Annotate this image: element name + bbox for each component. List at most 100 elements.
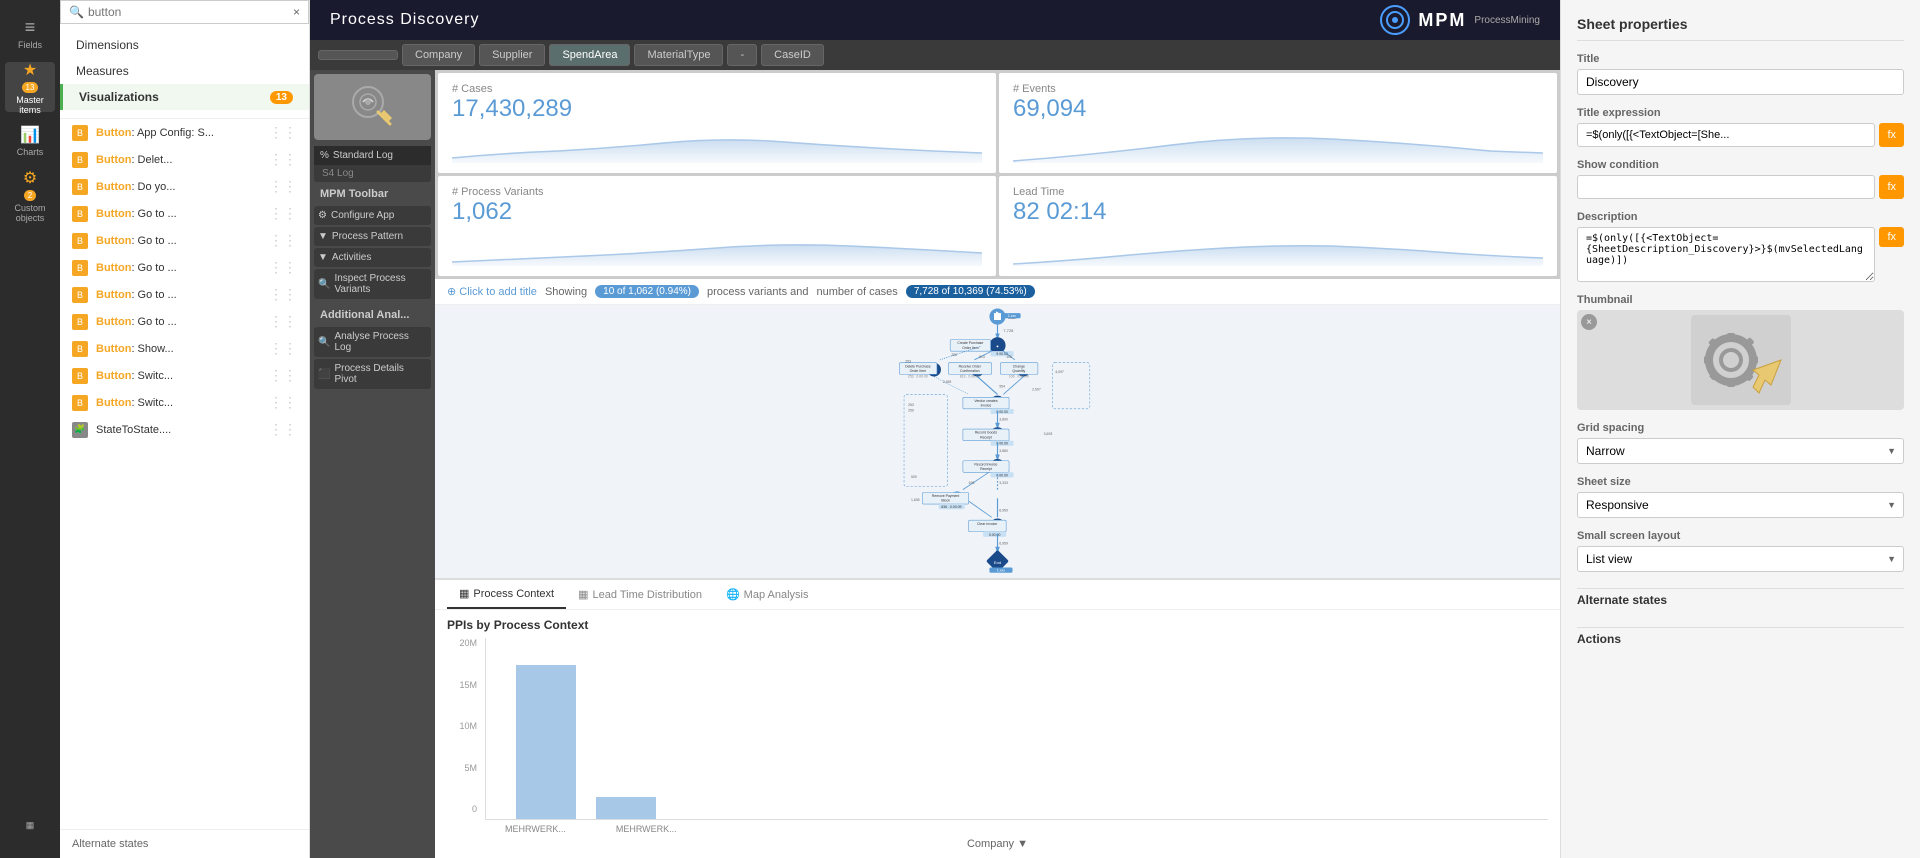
- change-qty-node[interactable]: Change Quantity 106 . 0.00.00: [1000, 363, 1038, 379]
- small-screen-select[interactable]: List view Grid view: [1577, 546, 1904, 572]
- search-icon: 🔍: [69, 5, 84, 19]
- process-pattern-btn[interactable]: ▼ Process Pattern: [314, 227, 431, 246]
- filter-chip-materialtype[interactable]: MaterialType: [634, 44, 723, 66]
- filter-chip-supplier[interactable]: Supplier: [479, 44, 545, 66]
- list-item-5[interactable]: B Button: Go to ... ⋮⋮: [60, 254, 309, 281]
- drag-handle-9[interactable]: ⋮⋮: [269, 367, 297, 384]
- svg-text:Block: Block: [941, 499, 950, 503]
- add-title-btn[interactable]: ⊕ Click to add title: [447, 285, 537, 298]
- drag-handle-0[interactable]: ⋮⋮: [269, 124, 297, 141]
- list-item-1[interactable]: B Button: Delet... ⋮⋮: [60, 146, 309, 173]
- record-goods-node[interactable]: Record Goods Receipt 0.00.00: [963, 427, 1014, 445]
- list-item-2[interactable]: B Button: Do yo... ⋮⋮: [60, 173, 309, 200]
- sidebar-item-fields[interactable]: ≡ Fields: [5, 8, 55, 58]
- drag-handle-10[interactable]: ⋮⋮: [269, 394, 297, 411]
- variants-highlight[interactable]: 10 of 1,062 (0.94%): [595, 285, 699, 298]
- vendor-invoice-node[interactable]: Vendor creates invoice 0.00.00: [963, 396, 1014, 414]
- list-item-0[interactable]: B Button: App Config: S... ⋮⋮: [60, 119, 309, 146]
- drag-handle-5[interactable]: ⋮⋮: [269, 259, 297, 276]
- grid-spacing-select[interactable]: Wide Medium Narrow Custom: [1577, 438, 1904, 464]
- small-screen-select-wrapper: List view Grid view: [1577, 546, 1904, 572]
- list-item-icon-5: B: [72, 260, 88, 276]
- filter-chip-caseid[interactable]: CaseID: [761, 44, 824, 66]
- drag-handle-11[interactable]: ⋮⋮: [269, 421, 297, 438]
- receive-order-node[interactable]: Receive Order Confirmation 813 . 0.00.00: [948, 363, 991, 379]
- list-item-8[interactable]: B Button: Show... ⋮⋮: [60, 335, 309, 362]
- drag-handle-1[interactable]: ⋮⋮: [269, 151, 297, 168]
- thumbnail-label: Thumbnail: [1577, 294, 1904, 306]
- list-item-icon-8: B: [72, 341, 88, 357]
- tab-lead-time[interactable]: ▦ Lead Time Distribution: [566, 580, 714, 609]
- list-item-icon-1: B: [72, 152, 88, 168]
- tab-process-context[interactable]: ▦ Process Context: [447, 580, 566, 609]
- nav-item-measures[interactable]: Measures: [60, 58, 309, 84]
- nav-section: Dimensions Measures Visualizations 13: [60, 24, 309, 119]
- delete-po-node[interactable]: Delete Purchase Order Item 253 . 0.00.00: [899, 363, 941, 379]
- title-input[interactable]: [1577, 69, 1904, 95]
- bottom-chart-panel: ▦ Process Context ▦ Lead Time Distributi…: [435, 578, 1560, 858]
- filter-chip-company[interactable]: Company: [402, 44, 475, 66]
- description-fx-btn[interactable]: fx: [1879, 227, 1904, 247]
- search-close-icon[interactable]: ×: [293, 5, 300, 19]
- analyse-process-btn[interactable]: 🔍 Analyse Process Log: [314, 327, 431, 357]
- list-item-7[interactable]: B Button: Go to ... ⋮⋮: [60, 308, 309, 335]
- standard-log-btn[interactable]: % Standard Log: [314, 146, 431, 165]
- tab-map-analysis[interactable]: 🌐 Map Analysis: [714, 580, 821, 609]
- show-condition-input[interactable]: [1577, 175, 1875, 199]
- activities-btn[interactable]: ▼ Activities: [314, 248, 431, 267]
- stat-card-cases: # Cases 17,430,289: [438, 73, 996, 173]
- end-node[interactable]: End 1.xxx: [986, 550, 1012, 573]
- svg-text:813: 813: [979, 355, 985, 359]
- cases-highlight[interactable]: 7,728 of 10,369 (74.53%): [906, 285, 1035, 298]
- svg-text:4,097: 4,097: [1055, 370, 1064, 374]
- title-expression-fx-btn[interactable]: fx: [1879, 123, 1904, 147]
- sidebar-item-sheet[interactable]: ▦: [5, 800, 55, 850]
- sheet-size-select[interactable]: Responsive Custom: [1577, 492, 1904, 518]
- list-item-10[interactable]: B Button: Switc... ⋮⋮: [60, 389, 309, 416]
- drag-handle-2[interactable]: ⋮⋮: [269, 178, 297, 195]
- list-item-11[interactable]: 🧩 StateToState.... ⋮⋮: [60, 416, 309, 443]
- search-input[interactable]: [88, 5, 293, 19]
- thumbnail-close-btn[interactable]: ×: [1581, 314, 1597, 330]
- percent-icon: %: [320, 150, 329, 161]
- activities-filter-icon: ▼: [318, 252, 328, 263]
- drag-handle-3[interactable]: ⋮⋮: [269, 205, 297, 222]
- drag-handle-8[interactable]: ⋮⋮: [269, 340, 297, 357]
- filter-chip-0[interactable]: [318, 50, 398, 60]
- logo-text: MPM: [1418, 10, 1466, 31]
- filter-chip-spendarea[interactable]: SpendArea: [549, 44, 630, 66]
- nav-item-visualizations[interactable]: Visualizations 13: [60, 84, 309, 110]
- title-expression-input[interactable]: [1577, 123, 1875, 147]
- description-textarea[interactable]: =$(only([{<TextObject={SheetDescription_…: [1577, 227, 1875, 282]
- filter-chip-dash[interactable]: -: [727, 44, 757, 66]
- list-item-3[interactable]: B Button: Go to ... ⋮⋮: [60, 200, 309, 227]
- right-panel-title: Sheet properties: [1577, 16, 1904, 41]
- sidebar-item-master-items[interactable]: ★ 13 Master items: [5, 62, 55, 112]
- nav-item-dimensions[interactable]: Dimensions: [60, 32, 309, 58]
- sidebar-item-custom-objects[interactable]: ⚙ 2 Custom objects: [5, 170, 55, 220]
- clear-invoice-node[interactable]: Clear Invoice 0.00.00: [969, 518, 1007, 536]
- analyse-icon: 🔍: [318, 337, 330, 348]
- process-details-btn[interactable]: ⬛ Process Details Pivot: [314, 359, 431, 389]
- sidebar-item-charts[interactable]: 📊 Charts: [5, 116, 55, 166]
- drag-handle-6[interactable]: ⋮⋮: [269, 286, 297, 303]
- number-cases-text: number of cases: [816, 286, 897, 298]
- inspect-process-btn[interactable]: 🔍 Inspect Process Variants: [314, 269, 431, 299]
- remove-payment-node[interactable]: Remove Payment Block 636 . 0.00.09: [923, 491, 969, 509]
- list-item-9[interactable]: B Button: Switc... ⋮⋮: [60, 362, 309, 389]
- icon-sidebar: ≡ Fields ★ 13 Master items 📊 Charts ⚙ 2 …: [0, 0, 60, 858]
- show-condition-label: Show condition: [1577, 159, 1904, 171]
- stat-cases-chart: [452, 123, 982, 163]
- discovery-icon-btn[interactable]: [314, 74, 431, 140]
- top-bar: Process Discovery MPM ProcessMining: [310, 0, 1560, 40]
- list-item-4[interactable]: B Button: Go to ... ⋮⋮: [60, 227, 309, 254]
- start-node[interactable]: ▶ Start 1.xxx: [989, 308, 1020, 324]
- drag-handle-7[interactable]: ⋮⋮: [269, 313, 297, 330]
- drag-handle-4[interactable]: ⋮⋮: [269, 232, 297, 249]
- master-items-badge: 13: [22, 82, 39, 93]
- record-invoice-node[interactable]: Record Invoice Receipt 0.00.00: [963, 459, 1014, 477]
- show-condition-fx-btn[interactable]: fx: [1879, 175, 1904, 199]
- list-item-6[interactable]: B Button: Go to ... ⋮⋮: [60, 281, 309, 308]
- configure-app-btn[interactable]: ⚙ Configure App: [314, 206, 431, 225]
- svg-text:Quantity: Quantity: [1012, 369, 1025, 373]
